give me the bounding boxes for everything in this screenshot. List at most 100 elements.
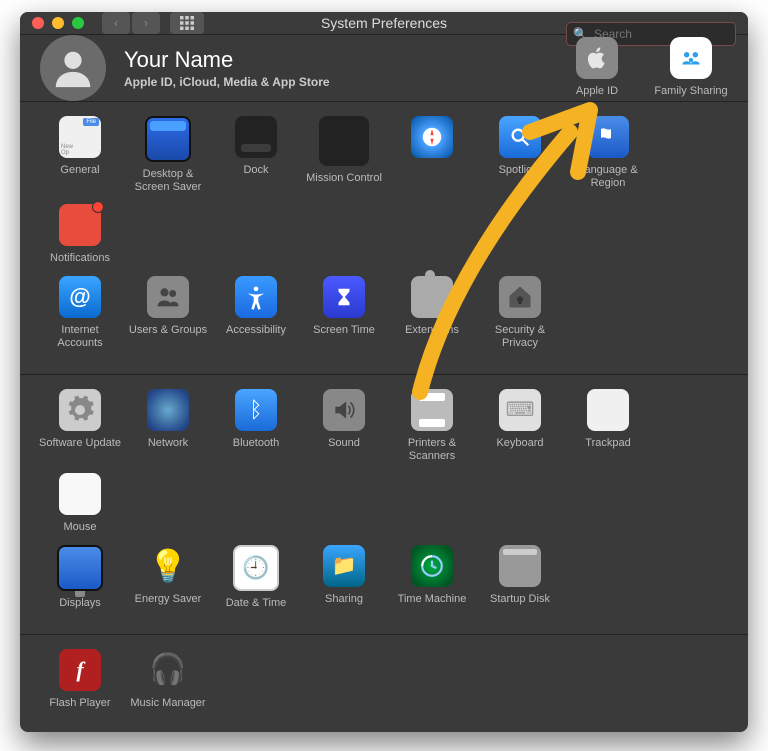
trackpad-icon bbox=[587, 389, 629, 431]
pref-music-manager[interactable]: 🎧Music Manager bbox=[124, 649, 212, 710]
pref-section-2: Software Update Network ᛒ Bluetooth Sound… bbox=[20, 375, 748, 635]
pref-users-groups[interactable]: Users & Groups bbox=[124, 276, 212, 350]
spotlight-icon bbox=[499, 116, 541, 158]
bluetooth-icon: ᛒ bbox=[235, 389, 277, 431]
system-preferences-window: ‹ › System Preferences 🔍 Your Name Apple… bbox=[20, 12, 748, 732]
pref-desktop[interactable]: Desktop & Screen Saver bbox=[124, 116, 212, 194]
pref-network[interactable]: Network bbox=[124, 389, 212, 463]
back-button[interactable]: ‹ bbox=[102, 12, 130, 34]
pref-label: Language & Region bbox=[566, 164, 650, 190]
pref-label: Time Machine bbox=[398, 593, 467, 606]
family-sharing-item[interactable]: Family Sharing bbox=[654, 37, 728, 98]
titlebar: ‹ › System Preferences 🔍 bbox=[20, 12, 748, 35]
notifications-icon bbox=[59, 204, 101, 246]
pref-mouse[interactable]: Mouse bbox=[36, 473, 124, 534]
mission-control-icon bbox=[319, 116, 369, 166]
pref-screen-time[interactable]: Screen Time bbox=[300, 276, 388, 350]
pref-mission-control[interactable]: Mission Control bbox=[300, 116, 388, 194]
pref-label: Screen Time bbox=[313, 324, 375, 337]
pref-label: Dock bbox=[243, 164, 268, 177]
pref-time-machine[interactable]: Time Machine bbox=[388, 545, 476, 610]
pref-label: Bluetooth bbox=[233, 437, 279, 450]
pref-label: Internet Accounts bbox=[38, 324, 122, 350]
lightbulb-icon: 💡 bbox=[147, 545, 189, 587]
printer-icon bbox=[411, 389, 453, 431]
time-machine-icon bbox=[411, 545, 453, 587]
pref-keyboard[interactable]: Keyboard bbox=[476, 389, 564, 463]
family-sharing-label: Family Sharing bbox=[654, 85, 727, 98]
safari-icon bbox=[411, 116, 453, 158]
user-subtitle: Apple ID, iCloud, Media & App Store bbox=[124, 75, 330, 89]
pref-label: Notifications bbox=[50, 252, 110, 265]
speaker-icon bbox=[323, 389, 365, 431]
pref-language[interactable]: Language & Region bbox=[564, 116, 652, 194]
pref-software-update[interactable]: Software Update bbox=[36, 389, 124, 463]
chevron-right-icon: › bbox=[144, 16, 148, 30]
pref-displays[interactable]: Displays bbox=[36, 545, 124, 610]
pref-label: Date & Time bbox=[226, 597, 287, 610]
pref-label: Spotlight bbox=[499, 164, 542, 177]
forward-button[interactable]: › bbox=[132, 12, 160, 34]
pref-label: Music Manager bbox=[130, 697, 205, 710]
pref-label: Displays bbox=[59, 597, 101, 610]
pref-section-3: fFlash Player 🎧Music Manager bbox=[20, 635, 748, 732]
pref-security[interactable]: Security & Privacy bbox=[476, 276, 564, 350]
close-button[interactable] bbox=[32, 17, 44, 29]
keyboard-icon bbox=[499, 389, 541, 431]
pref-energy-saver[interactable]: 💡Energy Saver bbox=[124, 545, 212, 610]
folder-icon: 📁 bbox=[323, 545, 365, 587]
pref-label: Desktop & Screen Saver bbox=[126, 168, 210, 194]
pref-trackpad[interactable]: Trackpad bbox=[564, 389, 652, 463]
house-lock-icon bbox=[499, 276, 541, 318]
pref-label: Mission Control bbox=[306, 172, 382, 185]
at-icon: @ bbox=[59, 276, 101, 318]
pref-notifications[interactable]: Notifications bbox=[36, 204, 124, 265]
apple-id-label: Apple ID bbox=[576, 85, 618, 98]
pref-label: Extensions bbox=[405, 324, 459, 337]
pref-bluetooth[interactable]: ᛒ Bluetooth bbox=[212, 389, 300, 463]
desktop-icon bbox=[145, 116, 191, 162]
grid-icon bbox=[180, 16, 194, 30]
minimize-button[interactable] bbox=[52, 17, 64, 29]
pref-accessibility[interactable]: Accessibility bbox=[212, 276, 300, 350]
flag-icon bbox=[587, 116, 629, 158]
pref-label: Sound bbox=[328, 437, 360, 450]
apple-logo-icon bbox=[576, 37, 618, 79]
pref-spotlight[interactable]: Spotlight bbox=[476, 116, 564, 194]
pref-label: Security & Privacy bbox=[478, 324, 562, 350]
pref-label: Printers & Scanners bbox=[390, 437, 474, 463]
apple-id-item[interactable]: Apple ID bbox=[560, 37, 634, 98]
pref-sound[interactable]: Sound bbox=[300, 389, 388, 463]
pref-label: General bbox=[60, 164, 99, 177]
nav-buttons: ‹ › bbox=[102, 12, 160, 34]
user-avatar[interactable] bbox=[40, 35, 106, 101]
apple-id-header: Your Name Apple ID, iCloud, Media & App … bbox=[20, 35, 748, 102]
user-info[interactable]: Your Name Apple ID, iCloud, Media & App … bbox=[124, 47, 330, 89]
pref-printers[interactable]: Printers & Scanners bbox=[388, 389, 476, 463]
pref-label: Network bbox=[148, 437, 188, 450]
pref-dock[interactable]: Dock bbox=[212, 116, 300, 194]
pref-sharing[interactable]: 📁 Sharing bbox=[300, 545, 388, 610]
pref-label: Trackpad bbox=[585, 437, 630, 450]
pref-date-time[interactable]: 🕘 Date & Time bbox=[212, 545, 300, 610]
pref-label: Mouse bbox=[63, 521, 96, 534]
pref-internet-accounts[interactable]: @ Internet Accounts bbox=[36, 276, 124, 350]
show-all-button[interactable] bbox=[170, 12, 204, 34]
header-icons: Apple ID Family Sharing bbox=[560, 37, 728, 98]
zoom-button[interactable] bbox=[72, 17, 84, 29]
user-name: Your Name bbox=[124, 47, 330, 73]
gear-icon bbox=[59, 389, 101, 431]
pref-label: Users & Groups bbox=[129, 324, 207, 337]
puzzle-icon bbox=[411, 276, 453, 318]
window-controls bbox=[32, 17, 84, 29]
pref-startup-disk[interactable]: Startup Disk bbox=[476, 545, 564, 610]
pref-label: Sharing bbox=[325, 593, 363, 606]
pref-extensions[interactable]: Extensions bbox=[388, 276, 476, 350]
pref-flash-player[interactable]: fFlash Player bbox=[36, 649, 124, 710]
clock-icon: 🕘 bbox=[233, 545, 279, 591]
pref-safari[interactable] bbox=[388, 116, 476, 194]
hourglass-icon bbox=[323, 276, 365, 318]
pref-general[interactable]: General bbox=[36, 116, 124, 194]
pref-label: Startup Disk bbox=[490, 593, 550, 606]
family-icon bbox=[670, 37, 712, 79]
